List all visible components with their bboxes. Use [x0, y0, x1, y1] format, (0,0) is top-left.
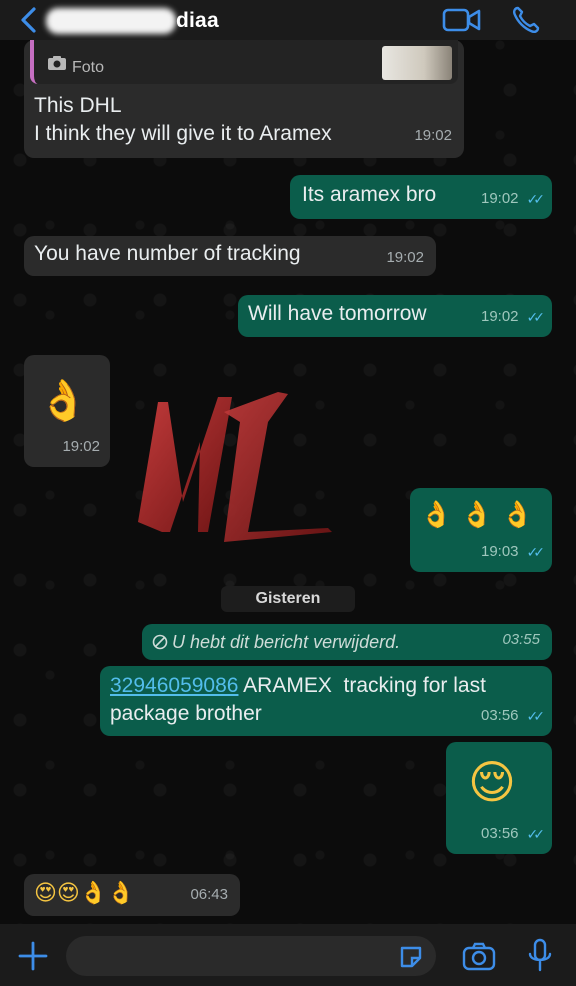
video-call-button[interactable] — [442, 6, 482, 34]
sticker-button[interactable] — [398, 944, 424, 970]
camera-icon — [48, 56, 66, 70]
video-camera-icon — [442, 8, 481, 32]
blocked-icon — [152, 634, 168, 650]
message-text: You have number of tracking — [34, 242, 301, 265]
quoted-message[interactable]: Foto — [30, 40, 458, 84]
ok-hand-emojis: 👌 👌 👌 — [420, 500, 534, 530]
read-ticks-icon: ✓✓ — [526, 708, 546, 724]
attach-button[interactable] — [16, 939, 50, 973]
contact-name[interactable]: diaa — [176, 9, 219, 33]
microphone-icon — [528, 938, 552, 972]
message-time: 03:55 — [502, 631, 540, 648]
read-ticks-icon: ✓✓ — [526, 826, 546, 842]
message-time: 19:02 — [386, 249, 424, 266]
read-ticks-icon: ✓✓ — [526, 309, 546, 325]
message-time: 19:02 — [62, 438, 100, 455]
message-deleted[interactable]: U hebt dit bericht verwijderd. 03:55 — [142, 624, 552, 660]
message-incoming[interactable]: You have number of tracking 19:02 — [24, 236, 436, 276]
message-status: 19:02 ✓✓ — [480, 303, 546, 331]
message-incoming[interactable]: 😍😍👌👌 06:43 — [24, 874, 240, 916]
plus-icon — [18, 941, 48, 971]
read-ticks-icon: ✓✓ — [526, 544, 546, 560]
back-button[interactable] — [14, 6, 42, 34]
quoted-label: Foto — [72, 59, 105, 76]
voice-message-button[interactable] — [526, 938, 554, 974]
composer-bar — [0, 924, 576, 986]
message-text-after-link: ARAMEX tracking for last — [238, 674, 486, 697]
message-incoming[interactable]: 👌 19:02 — [24, 355, 110, 467]
chat-header: diaa — [0, 0, 576, 40]
voice-call-button[interactable] — [510, 4, 542, 36]
message-outgoing[interactable]: 32946059086 ARAMEX tracking for last pac… — [100, 666, 552, 736]
message-line: This DHL — [34, 94, 122, 117]
read-ticks-icon: ✓✓ — [526, 191, 546, 207]
message-time: 19:03 — [480, 543, 519, 560]
message-incoming[interactable]: Foto This DHL I think they will give it … — [24, 40, 464, 158]
message-outgoing[interactable]: 😌 03:56 ✓✓ — [446, 742, 552, 854]
camera-icon — [462, 942, 496, 971]
message-status: 19:02 ✓✓ — [480, 185, 546, 213]
watermark-logo — [138, 392, 332, 542]
message-outgoing[interactable]: Will have tomorrow 19:02 ✓✓ — [238, 295, 552, 337]
message-text: Will have tomorrow — [248, 302, 427, 325]
message-status: 19:03 ✓✓ — [480, 538, 546, 566]
deleted-message-text: U hebt dit bericht verwijderd. — [172, 632, 401, 652]
ok-hand-emoji: 👌 — [38, 378, 88, 424]
message-text: Its aramex bro — [302, 183, 437, 206]
message-outgoing[interactable]: 👌 👌 👌 19:03 ✓✓ — [410, 488, 552, 572]
message-line: I think they will give it to Aramex — [34, 122, 332, 145]
message-status: 03:56 ✓✓ — [480, 820, 546, 848]
chevron-left-icon — [21, 7, 36, 33]
message-outgoing[interactable]: Its aramex bro 19:02 ✓✓ — [290, 175, 552, 219]
message-time: 19:02 — [414, 127, 452, 144]
message-text: This DHL I think they will give it to Ar… — [34, 92, 332, 148]
message-status: 03:56 ✓✓ — [480, 702, 546, 730]
quoted-photo-thumbnail — [382, 46, 452, 80]
phone-icon — [513, 6, 540, 33]
redacted-name — [46, 8, 176, 34]
emoji-reaction-text: 😍😍👌👌 — [34, 881, 135, 906]
message-time: 19:02 — [480, 190, 519, 207]
message-input[interactable] — [66, 936, 436, 976]
camera-button[interactable] — [462, 941, 496, 971]
relieved-face-emoji: 😌 — [468, 755, 516, 809]
message-text: 32946059086 ARAMEX tracking for last pac… — [110, 672, 486, 728]
tracking-number-link[interactable]: 32946059086 — [110, 674, 238, 697]
message-line: 32946059086 ARAMEX tracking for last — [110, 672, 486, 700]
message-time: 19:02 — [480, 308, 519, 325]
message-time: 06:43 — [190, 886, 228, 903]
sticker-icon — [400, 946, 422, 968]
message-time: 03:56 — [480, 825, 519, 842]
message-line: package brother — [110, 702, 262, 725]
date-divider: Gisteren — [221, 586, 355, 612]
message-time: 03:56 — [480, 707, 519, 724]
